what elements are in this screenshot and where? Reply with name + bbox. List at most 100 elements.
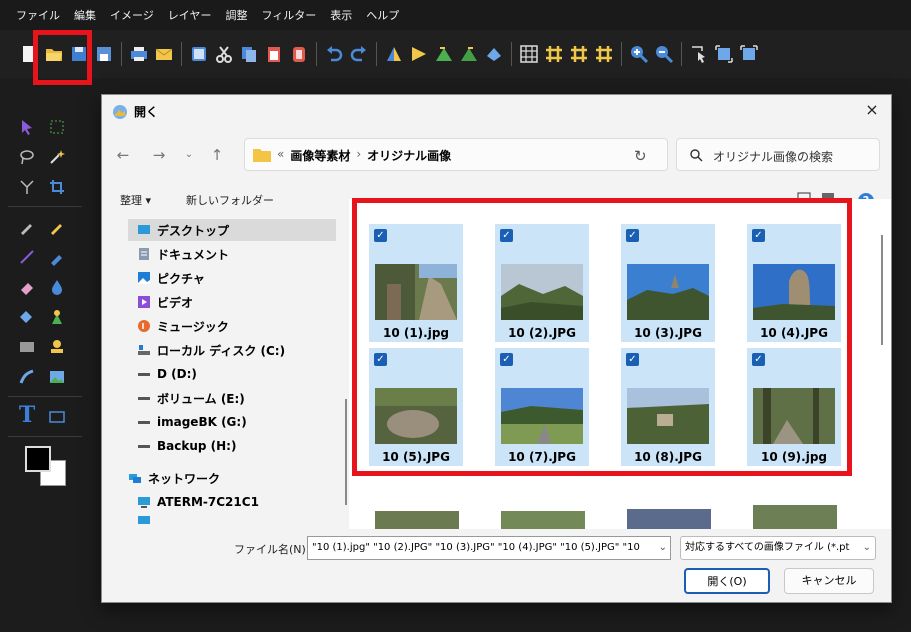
print-icon[interactable] (128, 43, 150, 65)
free-rotate-icon[interactable] (483, 43, 505, 65)
nav-item-drive-e[interactable]: ボリューム (E:) (137, 387, 245, 409)
open-button[interactable]: 開く(O) (684, 568, 770, 594)
open-folder-icon[interactable] (43, 43, 65, 65)
menu-file[interactable]: ファイル (16, 7, 60, 23)
paste-new-icon[interactable] (288, 43, 310, 65)
flip-horizontal-icon[interactable] (383, 43, 405, 65)
foreground-color-swatch[interactable] (25, 446, 51, 472)
organize-menu[interactable]: 整理 ▾ (120, 192, 151, 208)
cut-icon[interactable] (213, 43, 235, 65)
image-thumbnail[interactable] (753, 499, 837, 529)
zoom-in-icon[interactable] (628, 43, 650, 65)
breadcrumb-item[interactable]: 画像等素材 (290, 147, 350, 164)
menu-adjust[interactable]: 調整 (225, 7, 247, 23)
file-tile[interactable]: ✓ 10 (3).JPG (621, 224, 715, 342)
nav-item-aterm[interactable]: ATERM-7C21C1 (137, 491, 259, 513)
nav-item-drive-d[interactable]: D (D:) (137, 363, 197, 385)
new-folder-button[interactable]: 新しいフォルダー (186, 192, 274, 208)
rotate-left-icon[interactable] (433, 43, 455, 65)
gradient-icon[interactable] (16, 336, 38, 358)
nav-item-desktop[interactable]: デスクトップ (128, 219, 336, 241)
close-icon[interactable]: × (861, 99, 883, 121)
cancel-button[interactable]: キャンセル (784, 568, 874, 594)
file-tile[interactable]: ✓ 10 (4).JPG (747, 224, 841, 342)
grid-toggle-icon[interactable] (543, 43, 565, 65)
save-icon[interactable] (68, 43, 90, 65)
image-thumbnail[interactable] (375, 499, 459, 529)
back-icon[interactable]: ← (114, 145, 132, 165)
rect-select-icon[interactable] (46, 116, 68, 138)
grid-icon[interactable] (518, 43, 540, 65)
nav-item-network[interactable]: ネットワーク (128, 467, 220, 489)
chevron-down-icon[interactable]: ⌄ (863, 537, 871, 559)
address-bar[interactable]: « 画像等素材 › オリジナル画像 ⌄ (244, 138, 738, 171)
nav-item-videos[interactable]: ビデオ (137, 291, 193, 313)
image-thumbnail[interactable] (501, 499, 585, 529)
crop-tool-icon[interactable] (16, 176, 38, 198)
up-folder-icon[interactable]: ↑ (208, 145, 226, 165)
menu-help[interactable]: ヘルプ (366, 7, 399, 23)
drop-icon[interactable] (46, 276, 68, 298)
checkbox-icon[interactable]: ✓ (626, 229, 639, 242)
checkbox-icon[interactable]: ✓ (500, 353, 513, 366)
snap-icon[interactable] (593, 43, 615, 65)
checkbox-icon[interactable]: ✓ (500, 229, 513, 242)
recent-locations-icon[interactable]: ⌄ (180, 145, 198, 165)
smudge-icon[interactable] (16, 366, 38, 388)
checkbox-icon[interactable]: ✓ (752, 353, 765, 366)
nav-item-documents[interactable]: ドキュメント (137, 243, 229, 265)
magic-wand-icon[interactable] (46, 146, 68, 168)
forward-icon[interactable]: → (150, 145, 168, 165)
lasso-icon[interactable] (16, 146, 38, 168)
checkbox-icon[interactable]: ✓ (374, 353, 387, 366)
search-box[interactable]: オリジナル画像の検索 (676, 138, 880, 171)
file-list-scrollbar[interactable] (881, 235, 883, 345)
paste-icon[interactable] (263, 43, 285, 65)
menu-edit[interactable]: 編集 (74, 7, 96, 23)
brush-icon[interactable] (46, 246, 68, 268)
file-tile[interactable]: ✓ 10 (5).JPG (369, 348, 463, 466)
copy-icon[interactable] (238, 43, 260, 65)
shape-tool-icon[interactable] (46, 406, 68, 428)
email-icon[interactable] (153, 43, 175, 65)
nav-item-pictures[interactable]: ピクチャ (137, 267, 205, 289)
pen-tool-icon[interactable] (16, 216, 38, 238)
breadcrumb-item[interactable]: オリジナル画像 (367, 147, 451, 164)
filename-input[interactable]: "10 (1).jpg" "10 (2).JPG" "10 (3).JPG" "… (307, 536, 671, 560)
pencil-icon[interactable] (46, 216, 68, 238)
undo-icon[interactable] (323, 43, 345, 65)
file-tile[interactable]: ✓ 10 (1).jpg (369, 224, 463, 342)
refresh-icon[interactable]: ↻ (634, 147, 647, 165)
stamp-icon[interactable] (46, 336, 68, 358)
chevron-down-icon[interactable]: ⌄ (659, 537, 667, 559)
nav-item-local-disk-c[interactable]: ローカル ディスク (C:) (137, 339, 285, 361)
fit-icon[interactable] (713, 43, 735, 65)
menu-layer[interactable]: レイヤー (168, 7, 212, 23)
line-tool-icon[interactable] (16, 246, 38, 268)
breadcrumb-overflow[interactable]: « (277, 147, 284, 164)
nav-item-music[interactable]: ミュージック (137, 315, 229, 337)
checkbox-icon[interactable]: ✓ (374, 229, 387, 242)
clone-icon[interactable] (46, 306, 68, 328)
new-icon[interactable] (18, 43, 40, 65)
move-tool-icon[interactable] (16, 116, 38, 138)
guides-icon[interactable] (568, 43, 590, 65)
image-tool-icon[interactable] (46, 366, 68, 388)
checkbox-icon[interactable]: ✓ (626, 353, 639, 366)
rotate-right-icon[interactable] (458, 43, 480, 65)
file-type-select[interactable]: 対応するすべての画像ファイル (*.pt ⌄ (680, 536, 876, 560)
flip-vertical-icon[interactable] (408, 43, 430, 65)
duplicate-icon[interactable] (188, 43, 210, 65)
crop-icon[interactable] (46, 176, 68, 198)
zoom-out-icon[interactable] (653, 43, 675, 65)
image-thumbnail[interactable] (627, 499, 711, 529)
file-tile[interactable]: ✓ 10 (8).JPG (621, 348, 715, 466)
menu-image[interactable]: イメージ (110, 7, 154, 23)
checkbox-icon[interactable]: ✓ (752, 229, 765, 242)
actual-size-icon[interactable] (738, 43, 760, 65)
nav-item-drive-h[interactable]: Backup (H:) (137, 435, 236, 457)
menu-filter[interactable]: フィルター (261, 7, 316, 23)
text-tool-icon[interactable]: T (16, 402, 38, 428)
select-icon[interactable] (688, 43, 710, 65)
nav-item-drive-g[interactable]: imageBK (G:) (137, 411, 247, 433)
